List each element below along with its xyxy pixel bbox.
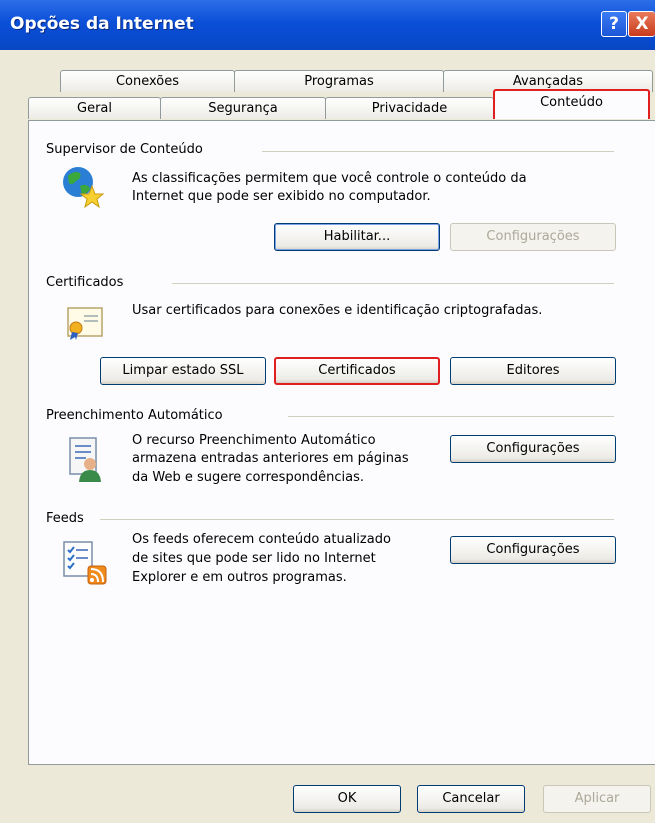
feeds-desc-line2: de sites que pode ser lido no Internet	[132, 551, 376, 566]
tab-programas[interactable]: Programas	[234, 70, 444, 92]
window-title: Opções da Internet	[10, 14, 194, 34]
cancel-button[interactable]: Cancelar	[417, 785, 525, 813]
certificates-desc: Usar certificados para conexões e identi…	[132, 303, 543, 318]
ok-button[interactable]: OK	[293, 785, 401, 813]
tab-conteudo[interactable]: Conteúdo	[493, 89, 650, 119]
autocomplete-desc-line3: da Web e sugere correspondências.	[132, 470, 365, 485]
help-button[interactable]: ?	[601, 11, 627, 37]
certificates-group-title: Certificados	[46, 275, 124, 290]
autocomplete-group-title: Preenchimento Automático	[46, 408, 223, 423]
divider	[100, 519, 614, 520]
autocomplete-icon	[66, 436, 106, 484]
supervisor-desc-line1: As classificações permitem que você cont…	[132, 171, 527, 186]
autocomplete-desc-line1: O recurso Preenchimento Automático	[132, 433, 376, 448]
clear-ssl-button[interactable]: Limpar estado SSL	[100, 357, 266, 385]
tab-conexoes[interactable]: Conexões	[60, 70, 235, 92]
divider	[262, 151, 614, 152]
supervisor-group-title: Supervisor de Conteúdo	[46, 142, 203, 157]
feeds-settings-button[interactable]: Configurações	[450, 536, 616, 564]
divider	[172, 283, 614, 284]
certificate-icon	[66, 304, 106, 342]
feeds-desc-line1: Os feeds oferecem conteúdo atualizado	[132, 532, 391, 547]
publishers-button[interactable]: Editores	[450, 357, 616, 385]
feeds-desc-line3: Explorer e em outros programas.	[132, 570, 347, 585]
tab-privacidade[interactable]: Privacidade	[325, 97, 494, 119]
close-button[interactable]: X	[628, 11, 655, 37]
divider	[288, 416, 614, 417]
autocomplete-desc-line2: armazena entradas anteriores em páginas	[132, 451, 409, 466]
apply-button[interactable]: Aplicar	[543, 785, 651, 813]
supervisor-desc-line2: Internet que pode ser exibido no computa…	[132, 189, 431, 204]
tab-geral[interactable]: Geral	[28, 97, 161, 119]
autocomplete-settings-button[interactable]: Configurações	[450, 435, 616, 463]
globe-star-icon	[60, 164, 105, 209]
feeds-group-title: Feeds	[46, 511, 84, 526]
enable-button[interactable]: Habilitar...	[274, 223, 440, 251]
certificates-button[interactable]: Certificados	[274, 357, 440, 385]
supervisor-settings-button[interactable]: Configurações	[450, 223, 616, 251]
feeds-icon	[60, 538, 110, 586]
tab-seguranca[interactable]: Segurança	[160, 97, 326, 119]
